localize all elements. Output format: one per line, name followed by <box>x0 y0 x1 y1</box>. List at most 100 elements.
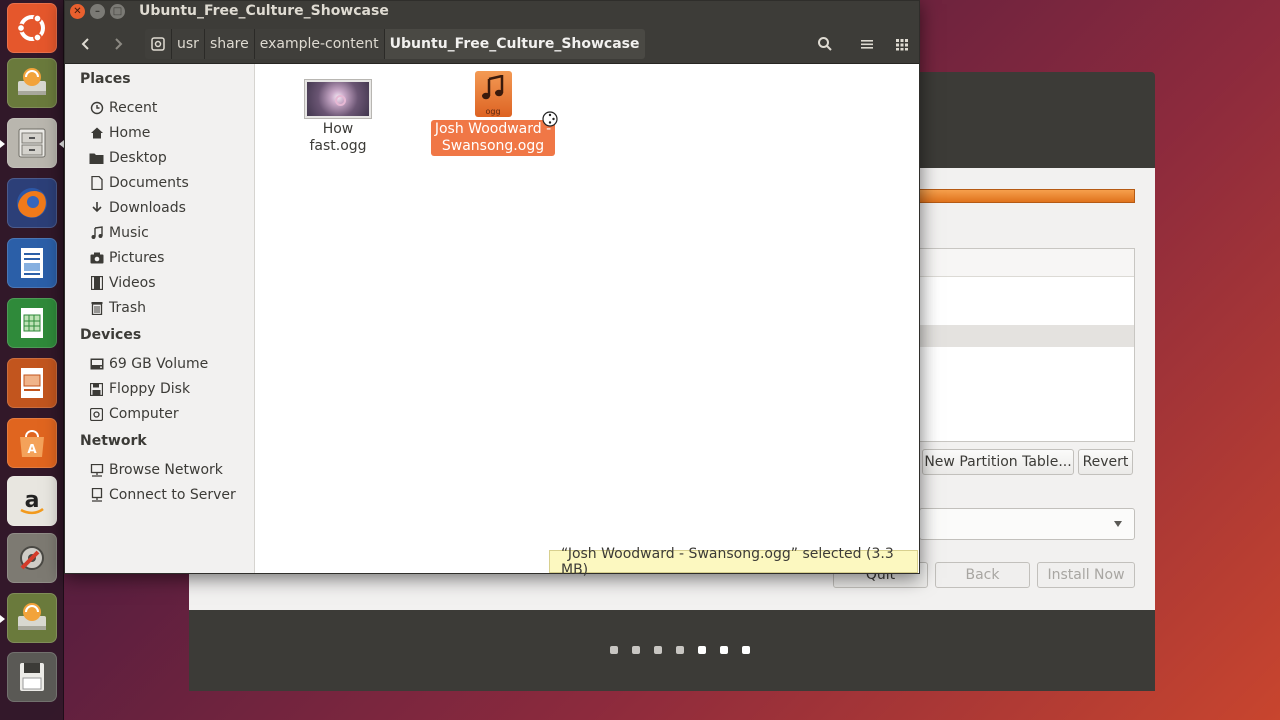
ubuntu-logo-icon <box>16 14 45 42</box>
sidebar-item-music[interactable]: Music <box>89 222 149 244</box>
clock-icon <box>89 101 104 116</box>
back-nav-button[interactable] <box>71 29 101 59</box>
maximize-button[interactable]: □ <box>110 4 125 19</box>
software-center-icon: A <box>20 430 44 457</box>
launcher-files-button[interactable] <box>0 118 64 168</box>
ubuntu-dash-button[interactable] <box>7 3 57 53</box>
sidebar-item-videos[interactable]: Videos <box>89 272 156 294</box>
running-indicator <box>0 140 5 148</box>
hard-disk-icon <box>89 357 104 372</box>
amazon-icon: a <box>20 488 44 515</box>
sidebar-item-floppy[interactable]: Floppy Disk <box>89 378 190 400</box>
progress-dot <box>632 646 640 654</box>
sidebar-item-browse-network[interactable]: Browse Network <box>89 459 223 481</box>
sidebar-item-label: Trash <box>109 300 146 316</box>
partition-list[interactable] <box>919 248 1135 442</box>
sidebar-item-trash[interactable]: Trash <box>89 297 146 319</box>
sidebar-item-label: Connect to Server <box>109 487 236 503</box>
busy-cursor-icon <box>542 111 558 127</box>
computer-drive-icon <box>89 407 104 422</box>
forward-nav-button[interactable] <box>103 29 133 59</box>
launcher-settings-button[interactable] <box>7 533 57 583</box>
network-icon <box>89 463 104 478</box>
revert-button[interactable]: Revert <box>1078 449 1133 475</box>
svg-text:a: a <box>25 488 40 513</box>
progress-dot <box>610 646 618 654</box>
sidebar-item-label: 69 GB Volume <box>109 356 209 372</box>
launcher-writer-button[interactable] <box>7 238 57 288</box>
sidebar-item-volume[interactable]: 69 GB Volume <box>89 353 208 375</box>
launcher: A a <box>0 0 64 720</box>
launcher-installer-button[interactable] <box>7 58 57 108</box>
sidebar-item-home[interactable]: Home <box>89 122 150 144</box>
progress-dot <box>676 646 684 654</box>
partition-bar <box>919 189 1135 203</box>
launcher-amazon-button[interactable]: a <box>7 476 57 526</box>
sidebar-item-downloads[interactable]: Downloads <box>89 197 186 219</box>
download-icon <box>89 201 104 216</box>
spreadsheet-icon <box>21 308 43 338</box>
partition-list-row[interactable] <box>920 325 1134 347</box>
installer-icon <box>18 68 46 95</box>
launcher-firefox-button[interactable] <box>7 178 57 228</box>
sidebar-item-label: Floppy Disk <box>109 381 191 397</box>
progress-dots <box>189 646 1155 656</box>
sidebar-item-label: Downloads <box>109 200 186 216</box>
breadcrumb-share[interactable]: share <box>203 29 254 59</box>
search-button[interactable] <box>810 29 840 59</box>
launcher-calc-button[interactable] <box>7 298 57 348</box>
system-settings-icon <box>20 546 44 570</box>
selection-status-bar: “Josh Woodward - Swansong.ogg” selected … <box>549 546 918 578</box>
title-bar[interactable]: ✕ – □ Ubuntu_Free_Culture_Showcase <box>65 1 919 23</box>
menu-button[interactable] <box>852 29 882 59</box>
sidebar-item-computer[interactable]: Computer <box>89 403 179 425</box>
sidebar-item-recent[interactable]: Recent <box>89 97 157 119</box>
partition-list-row[interactable] <box>920 277 1134 325</box>
audio-file-icon: ogg <box>474 71 512 117</box>
file-view[interactable]: How fast.ogg ogg Josh Woodward - Swanson… <box>256 64 919 573</box>
breadcrumb-example-content[interactable]: example-content <box>253 29 384 59</box>
svg-text:A: A <box>27 442 37 456</box>
toolbar: usr share example-content Ubuntu_Free_Cu… <box>65 23 919 64</box>
launcher-software-button[interactable]: A <box>7 418 57 468</box>
progress-dot-active <box>742 646 750 654</box>
progress-dot-active <box>720 646 728 654</box>
floppy-disk-icon <box>89 382 104 397</box>
boot-loader-device-select[interactable] <box>919 508 1135 540</box>
view-grid-button[interactable] <box>887 29 917 59</box>
sidebar-item-desktop[interactable]: Desktop <box>89 147 167 169</box>
devices-header: Devices <box>80 327 142 343</box>
chevron-right-icon <box>115 38 123 50</box>
chevron-left-icon <box>81 38 89 50</box>
grid-icon <box>896 39 908 51</box>
sidebar-item-label: Browse Network <box>109 462 223 478</box>
breadcrumb-current[interactable]: Ubuntu_Free_Culture_Showcase <box>383 29 645 59</box>
installer-icon <box>18 603 46 630</box>
sidebar-item-connect-server[interactable]: Connect to Server <box>89 484 236 506</box>
drive-icon <box>151 37 165 51</box>
maximize-icon: □ <box>112 5 123 17</box>
file-item-how-fast[interactable]: How fast.ogg <box>293 80 383 155</box>
launcher-floppy-button[interactable] <box>7 652 57 702</box>
close-icon: ✕ <box>73 5 82 17</box>
places-header: Places <box>80 71 131 87</box>
sidebar-item-label: Desktop <box>109 150 167 166</box>
file-item-swansong-selected[interactable]: ogg Josh Woodward - Swansong.ogg <box>430 71 556 156</box>
launcher-installer-running-button[interactable] <box>0 593 57 643</box>
search-icon <box>818 37 832 51</box>
minimize-button[interactable]: – <box>90 4 105 19</box>
back-button[interactable]: Back <box>935 562 1030 588</box>
progress-dot-active <box>698 646 706 654</box>
document-writer-icon <box>21 248 43 278</box>
breadcrumb-usr[interactable]: usr <box>171 29 204 59</box>
launcher-impress-button[interactable] <box>7 358 57 408</box>
new-partition-table-button[interactable]: New Partition Table... <box>922 449 1074 475</box>
sidebar-item-documents[interactable]: Documents <box>89 172 189 194</box>
breadcrumb-root[interactable] <box>145 29 171 59</box>
trash-icon <box>89 301 104 316</box>
chevron-down-icon <box>1114 521 1122 527</box>
sidebar-item-pictures[interactable]: Pictures <box>89 247 164 269</box>
close-button[interactable]: ✕ <box>70 4 85 19</box>
install-now-button[interactable]: Install Now <box>1037 562 1135 588</box>
document-icon <box>89 176 104 191</box>
